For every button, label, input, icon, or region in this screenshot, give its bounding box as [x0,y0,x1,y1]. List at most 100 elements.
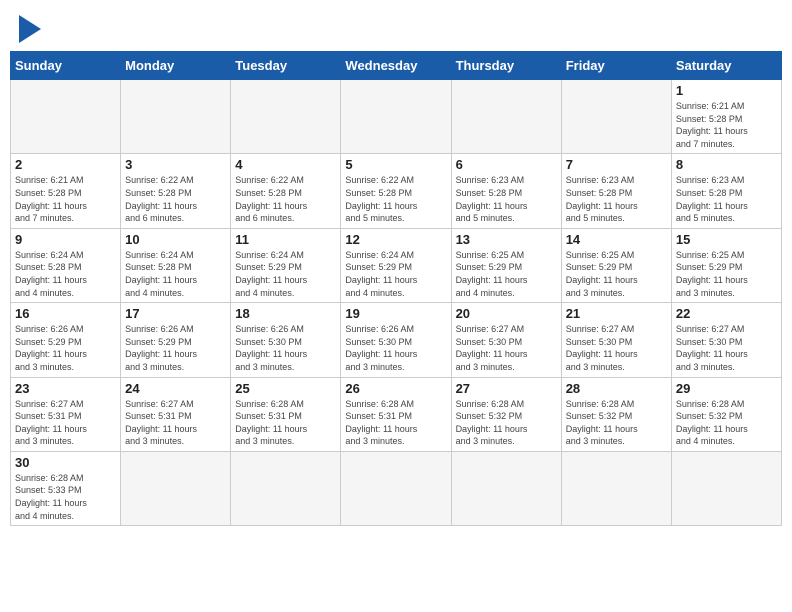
calendar-cell: 3 Sunrise: 6:22 AM Sunset: 5:28 PM Daylig… [121,154,231,228]
calendar-cell: 5Sunrise: 6:22 AM Sunset: 5:28 PM Daylig… [341,154,451,228]
calendar-cell: 18Sunrise: 6:26 AM Sunset: 5:30 PM Dayli… [231,303,341,377]
calendar-cell: 6 Sunrise: 6:23 AM Sunset: 5:28 PM Daylig… [451,154,561,228]
day-info: Sunrise: 6:22 AM Sunset: 5:28 PM Dayligh… [235,174,336,224]
week-row-5: 23 Sunrise: 6:27 AM Sunset: 5:31 PM Dayli… [11,377,782,451]
day-info: Sunrise: 6:25 AM Sunset: 5:29 PM Dayligh… [456,249,557,299]
day-info: Sunrise: 6:24 AM Sunset: 5:29 PM Dayligh… [235,249,336,299]
calendar-cell [671,451,781,525]
calendar-cell: 30 Sunrise: 6:28 AM Sunset: 5:33 PM Dayli… [11,451,121,525]
day-info: Sunrise: 6:26 AM Sunset: 5:29 PM Dayligh… [15,323,116,373]
weekday-header-friday: Friday [561,52,671,80]
day-info: Sunrise: 6:22 AM Sunset: 5:28 PM Dayligh… [125,174,226,224]
weekday-header-thursday: Thursday [451,52,561,80]
calendar-cell: 13Sunrise: 6:25 AM Sunset: 5:29 PM Dayli… [451,228,561,302]
calendar-cell: 10 Sunrise: 6:24 AM Sunset: 5:28 PM Dayli… [121,228,231,302]
day-info: Sunrise: 6:28 AM Sunset: 5:32 PM Dayligh… [456,398,557,448]
day-number: 1 [676,83,777,98]
day-info: Sunrise: 6:21 AM Sunset: 5:28 PM Dayligh… [676,100,777,150]
calendar-cell [451,451,561,525]
day-number: 20 [456,306,557,321]
day-number: 7 [566,157,667,172]
day-number: 12 [345,232,446,247]
page-header [10,10,782,43]
week-row-3: 9Sunrise: 6:24 AM Sunset: 5:28 PM Daylig… [11,228,782,302]
calendar-cell: 21 Sunrise: 6:27 AM Sunset: 5:30 PM Dayli… [561,303,671,377]
day-number: 8 [676,157,777,172]
day-info: Sunrise: 6:25 AM Sunset: 5:29 PM Dayligh… [566,249,667,299]
day-number: 25 [235,381,336,396]
calendar-cell [561,451,671,525]
calendar-cell: 8Sunrise: 6:23 AM Sunset: 5:28 PM Daylig… [671,154,781,228]
day-number: 27 [456,381,557,396]
day-number: 21 [566,306,667,321]
day-info: Sunrise: 6:27 AM Sunset: 5:31 PM Dayligh… [15,398,116,448]
day-number: 23 [15,381,116,396]
day-info: Sunrise: 6:27 AM Sunset: 5:31 PM Dayligh… [125,398,226,448]
calendar-cell: 22Sunrise: 6:27 AM Sunset: 5:30 PM Dayli… [671,303,781,377]
day-number: 4 [235,157,336,172]
calendar-cell [121,451,231,525]
weekday-header-row: SundayMondayTuesdayWednesdayThursdayFrid… [11,52,782,80]
day-info: Sunrise: 6:23 AM Sunset: 5:28 PM Dayligh… [566,174,667,224]
calendar-cell: 25 Sunrise: 6:28 AM Sunset: 5:31 PM Dayli… [231,377,341,451]
day-info: Sunrise: 6:23 AM Sunset: 5:28 PM Dayligh… [456,174,557,224]
calendar-cell [231,451,341,525]
calendar-cell: 17Sunrise: 6:26 AM Sunset: 5:29 PM Dayli… [121,303,231,377]
calendar-cell: 20 Sunrise: 6:27 AM Sunset: 5:30 PM Dayli… [451,303,561,377]
calendar-cell: 23 Sunrise: 6:27 AM Sunset: 5:31 PM Dayli… [11,377,121,451]
calendar-cell: 28Sunrise: 6:28 AM Sunset: 5:32 PM Dayli… [561,377,671,451]
day-info: Sunrise: 6:28 AM Sunset: 5:33 PM Dayligh… [15,472,116,522]
day-number: 3 [125,157,226,172]
day-number: 29 [676,381,777,396]
weekday-header-tuesday: Tuesday [231,52,341,80]
calendar-cell [121,80,231,154]
day-number: 17 [125,306,226,321]
calendar-cell: 26Sunrise: 6:28 AM Sunset: 5:31 PM Dayli… [341,377,451,451]
calendar-cell [11,80,121,154]
day-number: 24 [125,381,226,396]
week-row-2: 2Sunrise: 6:21 AM Sunset: 5:28 PM Daylig… [11,154,782,228]
day-info: Sunrise: 6:27 AM Sunset: 5:30 PM Dayligh… [456,323,557,373]
day-number: 16 [15,306,116,321]
weekday-header-sunday: Sunday [11,52,121,80]
logo-triangle-icon [19,15,41,43]
week-row-6: 30 Sunrise: 6:28 AM Sunset: 5:33 PM Dayli… [11,451,782,525]
calendar-cell: 15Sunrise: 6:25 AM Sunset: 5:29 PM Dayli… [671,228,781,302]
day-number: 10 [125,232,226,247]
calendar-cell: 19Sunrise: 6:26 AM Sunset: 5:30 PM Dayli… [341,303,451,377]
calendar-cell: 2Sunrise: 6:21 AM Sunset: 5:28 PM Daylig… [11,154,121,228]
day-number: 2 [15,157,116,172]
calendar-cell: 11 Sunrise: 6:24 AM Sunset: 5:29 PM Dayli… [231,228,341,302]
calendar-cell: 7 Sunrise: 6:23 AM Sunset: 5:28 PM Daylig… [561,154,671,228]
calendar-cell [561,80,671,154]
calendar-cell: 9Sunrise: 6:24 AM Sunset: 5:28 PM Daylig… [11,228,121,302]
calendar-cell: 29 Sunrise: 6:28 AM Sunset: 5:32 PM Dayli… [671,377,781,451]
day-info: Sunrise: 6:28 AM Sunset: 5:32 PM Dayligh… [676,398,777,448]
weekday-header-monday: Monday [121,52,231,80]
day-info: Sunrise: 6:28 AM Sunset: 5:32 PM Dayligh… [566,398,667,448]
day-info: Sunrise: 6:28 AM Sunset: 5:31 PM Dayligh… [235,398,336,448]
day-info: Sunrise: 6:24 AM Sunset: 5:28 PM Dayligh… [15,249,116,299]
calendar-cell: 27 Sunrise: 6:28 AM Sunset: 5:32 PM Dayli… [451,377,561,451]
day-number: 30 [15,455,116,470]
day-info: Sunrise: 6:28 AM Sunset: 5:31 PM Dayligh… [345,398,446,448]
day-info: Sunrise: 6:24 AM Sunset: 5:29 PM Dayligh… [345,249,446,299]
day-number: 19 [345,306,446,321]
calendar-cell [341,80,451,154]
day-number: 18 [235,306,336,321]
day-number: 22 [676,306,777,321]
calendar-cell: 1 Sunrise: 6:21 AM Sunset: 5:28 PM Daylig… [671,80,781,154]
day-number: 6 [456,157,557,172]
calendar-cell: 12 Sunrise: 6:24 AM Sunset: 5:29 PM Dayli… [341,228,451,302]
day-number: 11 [235,232,336,247]
day-info: Sunrise: 6:27 AM Sunset: 5:30 PM Dayligh… [566,323,667,373]
day-info: Sunrise: 6:24 AM Sunset: 5:28 PM Dayligh… [125,249,226,299]
calendar-cell: 16 Sunrise: 6:26 AM Sunset: 5:29 PM Dayli… [11,303,121,377]
calendar-cell [231,80,341,154]
day-number: 5 [345,157,446,172]
logo [15,15,41,43]
calendar-cell: 14Sunrise: 6:25 AM Sunset: 5:29 PM Dayli… [561,228,671,302]
weekday-header-saturday: Saturday [671,52,781,80]
calendar-cell [451,80,561,154]
day-number: 15 [676,232,777,247]
